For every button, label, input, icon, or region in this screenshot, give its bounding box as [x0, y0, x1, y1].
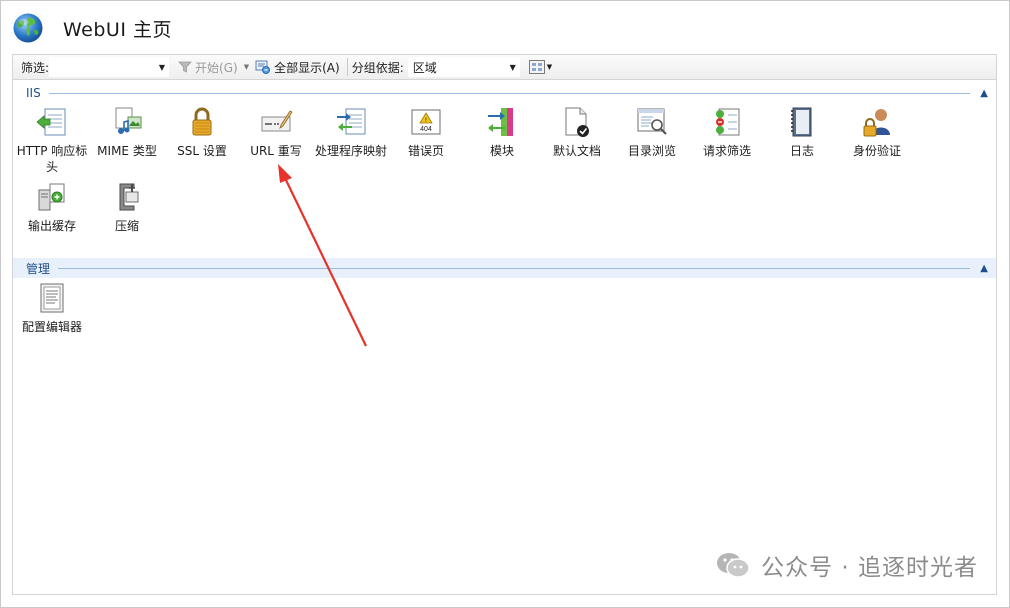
error-pages-icon: ! 404	[408, 104, 444, 140]
start-filter-label: 开始(G)	[195, 60, 238, 75]
feature-compression[interactable]: 压缩	[89, 179, 165, 234]
feature-request-filtering[interactable]: 请求筛选	[689, 104, 765, 159]
ssl-lock-icon	[184, 104, 220, 140]
filter-combobox[interactable]: ▼	[49, 57, 170, 77]
feature-label: 请求筛选	[702, 144, 751, 158]
chevron-down-icon[interactable]: ▼	[244, 63, 249, 71]
feature-label: 压缩	[114, 219, 139, 233]
feature-logging[interactable]: 日志	[764, 104, 840, 159]
feature-http-response-headers[interactable]: HTTP 响应标头	[14, 104, 90, 175]
wechat-icon	[717, 553, 750, 578]
directory-browsing-icon	[634, 104, 670, 140]
collapse-icon[interactable]: ▲	[980, 263, 988, 274]
feature-label: 目录浏览	[627, 144, 676, 158]
request-filtering-icon	[709, 104, 745, 140]
feature-default-document[interactable]: 默认文档	[539, 104, 615, 159]
filter-label: 筛选:	[21, 60, 50, 75]
section-divider	[48, 92, 971, 94]
chevron-down-icon: ▼	[509, 62, 516, 72]
feature-label: MIME 类型	[97, 144, 157, 158]
default-document-icon	[559, 104, 595, 140]
chevron-down-icon: ▼	[158, 62, 166, 72]
mime-types-icon	[109, 104, 145, 140]
compression-icon	[109, 179, 145, 215]
feature-label: SSL 设置	[177, 144, 227, 158]
start-filter-button[interactable]: 开始(G)	[175, 59, 241, 76]
funnel-icon	[178, 61, 192, 73]
logging-icon	[784, 104, 820, 140]
section-header-management[interactable]: 管理 ▲	[13, 258, 996, 278]
show-all-button[interactable]: 全部显示(A)	[252, 59, 343, 76]
page-title: WebUI 主页	[63, 18, 172, 41]
feature-authentication[interactable]: 身份验证	[839, 104, 915, 159]
watermark-text: 公众号 · 追逐时光者	[761, 555, 978, 581]
chevron-down-icon: ▼	[546, 63, 553, 71]
group-by-value: 区域	[412, 60, 437, 75]
handler-mappings-icon	[333, 104, 369, 140]
feature-url-rewrite[interactable]: URL 重写	[238, 104, 314, 159]
section-title-management: 管理	[26, 261, 51, 276]
feature-label: 输出缓存	[27, 219, 76, 233]
feature-label: 错误页	[407, 144, 444, 158]
section-divider	[58, 267, 971, 269]
group-by-label: 分组依据:	[351, 60, 404, 75]
section-title-iis: IIS	[26, 86, 41, 100]
show-all-label: 全部显示(A)	[274, 60, 340, 75]
feature-label: URL 重写	[250, 144, 302, 158]
feature-label: 日志	[789, 144, 814, 158]
svg-text:404: 404	[420, 126, 432, 133]
feature-label: HTTP 响应标头	[16, 144, 88, 174]
features-panel: IIS ▲ HTTP 响应标头 MIME 类型 SSL 设置 URL 重写 处理…	[12, 80, 997, 595]
configuration-editor-icon	[34, 280, 70, 316]
feature-ssl-settings[interactable]: SSL 设置	[164, 104, 240, 159]
feature-label: 处理程序映射	[314, 144, 387, 158]
feature-label: 默认文档	[552, 144, 601, 158]
feature-label: 身份验证	[852, 144, 901, 158]
http-response-headers-icon	[34, 104, 70, 140]
modules-icon	[484, 104, 520, 140]
feature-output-caching[interactable]: 输出缓存	[14, 179, 90, 234]
authentication-icon	[859, 104, 895, 140]
view-mode-button[interactable]: ▼	[526, 60, 555, 74]
feature-label: 配置编辑器	[21, 320, 82, 334]
section-header-iis[interactable]: IIS ▲	[13, 83, 996, 103]
url-rewrite-icon	[258, 104, 294, 140]
show-all-icon	[255, 60, 271, 74]
globe-icon	[13, 13, 43, 43]
feature-mime-types[interactable]: MIME 类型	[89, 104, 165, 159]
feature-handler-mappings[interactable]: 处理程序映射	[313, 104, 389, 159]
feature-configuration-editor[interactable]: 配置编辑器	[14, 280, 90, 335]
feature-error-pages[interactable]: ! 404 错误页	[388, 104, 464, 159]
feature-modules[interactable]: 模块	[464, 104, 540, 159]
group-by-combobox[interactable]: 区域 ▼	[407, 57, 520, 77]
feature-directory-browsing[interactable]: 目录浏览	[614, 104, 690, 159]
collapse-icon[interactable]: ▲	[980, 88, 988, 99]
feature-label: 模块	[489, 144, 514, 158]
filter-toolbar: 筛选: ▼ 开始(G) ▼ 全部显示(A) 分组依据: 区域 ▼ ▼	[12, 54, 997, 80]
toolbar-separator	[346, 58, 348, 76]
watermark: 公众号 · 追逐时光者	[715, 548, 978, 582]
page-header: WebUI 主页	[12, 10, 172, 46]
output-caching-icon	[34, 179, 70, 215]
view-mode-icon	[528, 60, 545, 74]
